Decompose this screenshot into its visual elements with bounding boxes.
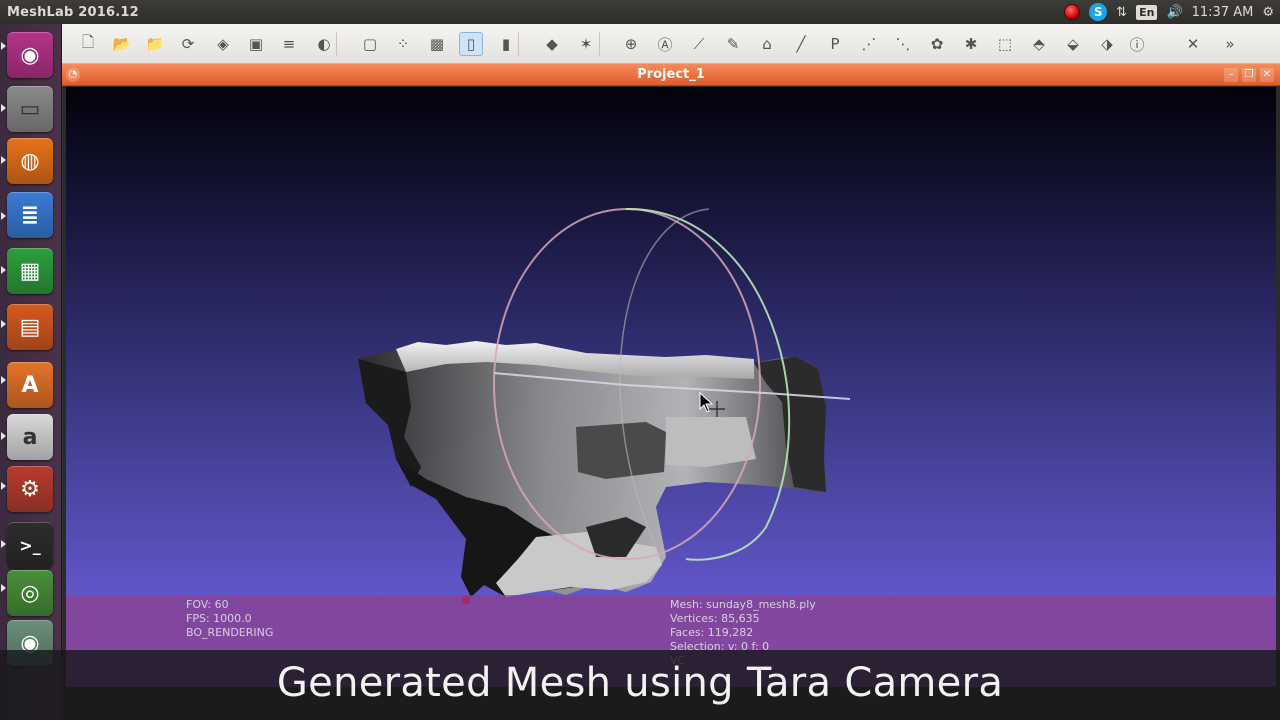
- network-icon[interactable]: ⇅: [1116, 0, 1127, 24]
- running-indicator: [1, 482, 6, 490]
- clock[interactable]: 11:37 AM: [1192, 0, 1254, 24]
- keyboard-lang-icon[interactable]: En: [1136, 0, 1158, 24]
- document-titlebar[interactable]: ◔ Project_1 – ❐ ✕: [62, 64, 1280, 86]
- launcher-system-settings-icon[interactable]: ⚙: [7, 466, 53, 512]
- vertices-label: Vertices: 85,635: [670, 612, 760, 625]
- app-title: MeshLab 2016.12: [7, 4, 139, 20]
- pick-points-icon[interactable]: P: [823, 32, 847, 56]
- running-indicator: [1, 376, 6, 384]
- trackball-icon[interactable]: ⊕: [619, 32, 643, 56]
- video-caption: Generated Mesh using Tara Camera: [276, 660, 1004, 706]
- delete-vertices-icon[interactable]: ⬙: [1061, 32, 1085, 56]
- fov-label: FOV: 60: [186, 598, 229, 611]
- running-indicator: [1, 584, 6, 592]
- color-icon[interactable]: ✿: [925, 32, 949, 56]
- lighting-icon[interactable]: ✶: [574, 32, 598, 56]
- layers-icon[interactable]: ≡: [277, 32, 301, 56]
- restore-icon[interactable]: ❐: [1242, 68, 1256, 82]
- volume-icon[interactable]: 🔊: [1166, 0, 1182, 24]
- document-title: Project_1: [637, 67, 705, 82]
- annotate-icon[interactable]: Ⓐ: [653, 32, 677, 56]
- 3d-viewport[interactable]: FOV: 60 FPS: 1000.0 BO_RENDERING Mesh: s…: [66, 87, 1276, 687]
- running-indicator: [1, 156, 6, 164]
- render-info: FOV: 60 FPS: 1000.0 BO_RENDERING: [186, 598, 273, 640]
- delete-faces-icon[interactable]: ⬘: [1027, 32, 1051, 56]
- launcher-firefox-icon[interactable]: ◍: [7, 138, 53, 184]
- select-faces-icon[interactable]: ⋰: [857, 32, 881, 56]
- close-icon[interactable]: ✕: [1260, 68, 1274, 82]
- new-project-icon[interactable]: 🗋: [76, 32, 100, 56]
- more-icon[interactable]: »: [1218, 32, 1242, 56]
- info-icon[interactable]: ⓘ: [1125, 32, 1149, 56]
- running-indicator: [1, 266, 6, 274]
- export-mesh-icon[interactable]: ◈: [211, 32, 235, 56]
- launcher-ubuntu-dash-icon[interactable]: ◉: [7, 32, 53, 78]
- running-indicator: [1, 104, 6, 112]
- launcher-chrome-icon[interactable]: ◎: [7, 570, 53, 616]
- indicator-area: S ⇅ En 🔊 11:37 AM ⚙: [1064, 0, 1274, 24]
- align-icon[interactable]: ⌂: [755, 32, 779, 56]
- launcher-writer-icon[interactable]: ≣: [7, 192, 53, 238]
- launcher-impress-icon[interactable]: ▤: [7, 304, 53, 350]
- running-indicator: [1, 42, 6, 50]
- toolbar-separator: [599, 32, 600, 56]
- texture-icon[interactable]: ◆: [540, 32, 564, 56]
- points-icon[interactable]: ⁘: [391, 32, 415, 56]
- connected-select-icon[interactable]: ⬗: [1095, 32, 1119, 56]
- paint-icon[interactable]: ✎: [721, 32, 745, 56]
- fps-label: FPS: 1000.0: [186, 612, 252, 625]
- mesh-name-label: Mesh: sunday8_mesh8.ply: [670, 598, 816, 611]
- select-region-icon[interactable]: ⬚: [993, 32, 1017, 56]
- bounding-box-icon[interactable]: ▢: [358, 32, 382, 56]
- measure-icon[interactable]: ⟋: [687, 32, 711, 56]
- reload-icon[interactable]: ⟳: [176, 32, 200, 56]
- launcher-files-icon[interactable]: ▭: [7, 86, 53, 132]
- wireframe-icon[interactable]: ▩: [425, 32, 449, 56]
- top-panel: MeshLab 2016.12 S ⇅ En 🔊 11:37 AM ⚙: [0, 0, 1280, 24]
- launcher: ◉ ▭ ◍ ≣ ▦ ▤ Aa ⚙ >_ ◎ ◉: [0, 24, 62, 720]
- minimize-icon[interactable]: –: [1224, 68, 1238, 82]
- toolbar-separator: [336, 32, 337, 56]
- toolbar: 🗋 📂 📁 ⟳ ◈ ▣ ≡ ◐ ▢ ⁘ ▩ ▯ ▮ ◆ ✶ ⊕ Ⓐ ⟋ ✎ ⌂ ╱ P ⋰ ⋱ ✿ ✱ ⬚ ⬘ ⬙ ⬗ ⓘ ✕ »: [62, 24, 1280, 64]
- running-indicator: [1, 540, 6, 548]
- select-vertices-icon[interactable]: ⋱: [891, 32, 915, 56]
- record-icon[interactable]: [1064, 0, 1081, 24]
- running-indicator: [1, 212, 6, 220]
- faces-label: Faces: 119,282: [670, 626, 754, 639]
- launcher-terminal-icon[interactable]: >_: [7, 522, 53, 568]
- snapshot-icon[interactable]: ▣: [244, 32, 268, 56]
- launcher-software-center-icon[interactable]: A: [7, 362, 53, 408]
- launcher-calc-icon[interactable]: ▦: [7, 248, 53, 294]
- running-indicator: [1, 320, 6, 328]
- close-tool-icon[interactable]: ✕: [1181, 32, 1205, 56]
- running-indicator: [1, 432, 6, 440]
- open-project-icon[interactable]: 📂: [110, 32, 134, 56]
- scanned-mesh: [358, 341, 826, 604]
- toolbar-separator: [518, 32, 519, 56]
- launcher-amazon-icon[interactable]: a: [7, 414, 53, 460]
- raster-layers-icon[interactable]: ◐: [312, 32, 336, 56]
- render-mode-label: BO_RENDERING: [186, 626, 274, 639]
- skype-icon[interactable]: S: [1089, 0, 1108, 24]
- import-mesh-icon[interactable]: 📁: [143, 32, 167, 56]
- smooth-shading-icon[interactable]: ▮: [494, 32, 518, 56]
- flat-shading-icon[interactable]: ▯: [459, 32, 483, 56]
- brush-icon[interactable]: ╱: [789, 32, 813, 56]
- georef-icon[interactable]: ✱: [959, 32, 983, 56]
- desktop: MeshLab 2016.12 S ⇅ En 🔊 11:37 AM ⚙ ◉ ▭ ◍ ≣…: [0, 0, 1280, 720]
- gear-icon[interactable]: ⚙: [1262, 0, 1274, 24]
